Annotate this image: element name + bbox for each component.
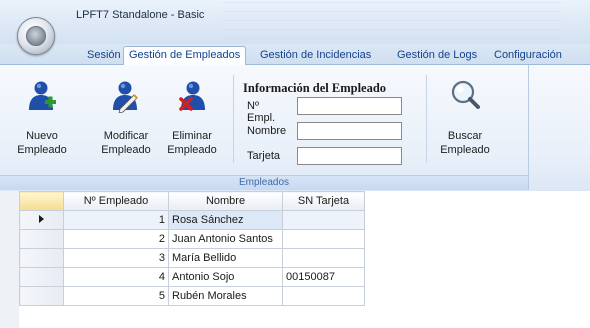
row-selector[interactable] xyxy=(19,286,64,306)
tarjeta-input[interactable] xyxy=(297,147,402,165)
group-label-empleados: Empleados xyxy=(0,175,528,190)
table-row[interactable]: 3 María Bellido xyxy=(19,248,365,268)
cell-nombre[interactable]: Rosa Sánchez xyxy=(168,210,283,230)
num-empleado-label: Nº Empl. xyxy=(247,100,276,124)
cell-nombre[interactable]: María Bellido xyxy=(168,248,283,268)
tab-gestion-logs[interactable]: Gestión de Logs xyxy=(397,47,477,64)
cell-num-empleado[interactable]: 2 xyxy=(63,229,169,249)
select-all-corner[interactable] xyxy=(19,191,64,211)
cell-num-empleado[interactable]: 1 xyxy=(63,210,169,230)
fingerprint-icon xyxy=(26,26,46,46)
column-header-nombre[interactable]: Nombre xyxy=(168,191,283,211)
row-selector[interactable] xyxy=(19,210,64,230)
ribbon-separator xyxy=(233,75,234,163)
employee-table: Nº Empleado Nombre SN Tarjeta 1 Rosa Sán… xyxy=(19,191,365,306)
cell-nombre[interactable]: Juan Antonio Santos xyxy=(168,229,283,249)
application-window: LPFT7 Standalone - Basic Sesión Gestión … xyxy=(0,0,590,328)
title-bar-blur xyxy=(222,2,562,42)
application-menu-button[interactable] xyxy=(17,17,55,55)
cell-nombre[interactable]: Rubén Morales xyxy=(168,286,283,306)
info-empleado-title: Información del Empleado xyxy=(243,81,387,95)
person-add-icon xyxy=(29,81,56,110)
nombre-input[interactable] xyxy=(297,122,402,140)
magnifier-icon xyxy=(451,80,480,109)
cell-sn-tarjeta[interactable] xyxy=(282,229,365,249)
column-header-num-empleado[interactable]: Nº Empleado xyxy=(63,191,169,211)
tab-sesion[interactable]: Sesión xyxy=(87,47,121,64)
modificar-empleado-button[interactable]: Modificar Empleado xyxy=(95,77,157,163)
person-delete-icon xyxy=(179,81,205,111)
current-row-arrow-icon xyxy=(39,215,44,223)
nuevo-empleado-label: Nuevo Empleado xyxy=(17,130,67,156)
grid-row-header-strip xyxy=(0,191,19,328)
ribbon-group-empleados: Nuevo Empleado Modificar Empleado Elimin… xyxy=(0,65,529,190)
cell-nombre[interactable]: Antonio Sojo xyxy=(168,267,283,287)
employee-grid-area: Nº Empleado Nombre SN Tarjeta 1 Rosa Sán… xyxy=(0,191,590,328)
buscar-empleado-label: Buscar Empleado xyxy=(440,130,490,156)
row-selector[interactable] xyxy=(19,267,64,287)
eliminar-empleado-button[interactable]: Eliminar Empleado xyxy=(163,77,221,163)
cell-num-empleado[interactable]: 4 xyxy=(63,267,169,287)
buscar-empleado-button[interactable]: Buscar Empleado xyxy=(436,77,494,163)
row-selector[interactable] xyxy=(19,229,64,249)
person-edit-icon xyxy=(113,81,138,113)
modificar-empleado-label: Modificar Empleado xyxy=(101,130,151,156)
cell-num-empleado[interactable]: 5 xyxy=(63,286,169,306)
cell-num-empleado[interactable]: 3 xyxy=(63,248,169,268)
ribbon-panel: Nuevo Empleado Modificar Empleado Elimin… xyxy=(0,65,590,191)
cell-sn-tarjeta[interactable] xyxy=(282,248,365,268)
table-row[interactable]: 5 Rubén Morales xyxy=(19,286,365,306)
column-header-sn-tarjeta[interactable]: SN Tarjeta xyxy=(282,191,365,211)
window-title: LPFT7 Standalone - Basic xyxy=(76,9,205,21)
tab-gestion-empleados[interactable]: Gestión de Empleados xyxy=(123,46,247,66)
tab-configuracion[interactable]: Configuración xyxy=(494,47,562,64)
table-row[interactable]: 1 Rosa Sánchez xyxy=(19,210,365,230)
title-bar: LPFT7 Standalone - Basic xyxy=(0,0,590,44)
num-empleado-input[interactable] xyxy=(297,97,402,115)
table-row[interactable]: 4 Antonio Sojo 00150087 xyxy=(19,267,365,287)
table-row[interactable]: 2 Juan Antonio Santos xyxy=(19,229,365,249)
cell-sn-tarjeta[interactable] xyxy=(282,286,365,306)
eliminar-empleado-label: Eliminar Empleado xyxy=(167,130,217,156)
nuevo-empleado-button[interactable]: Nuevo Empleado xyxy=(17,77,67,163)
table-header-row: Nº Empleado Nombre SN Tarjeta xyxy=(19,191,365,211)
row-selector[interactable] xyxy=(19,248,64,268)
cell-sn-tarjeta[interactable]: 00150087 xyxy=(282,267,365,287)
tab-gestion-incidencias[interactable]: Gestión de Incidencias xyxy=(260,47,371,64)
nombre-label: Nombre xyxy=(247,125,287,137)
ribbon-tab-bar: Sesión Gestión de Empleados Gestión de I… xyxy=(0,44,590,66)
ribbon-separator xyxy=(426,75,427,163)
cell-sn-tarjeta[interactable] xyxy=(282,210,365,230)
tarjeta-label: Tarjeta xyxy=(247,150,281,162)
